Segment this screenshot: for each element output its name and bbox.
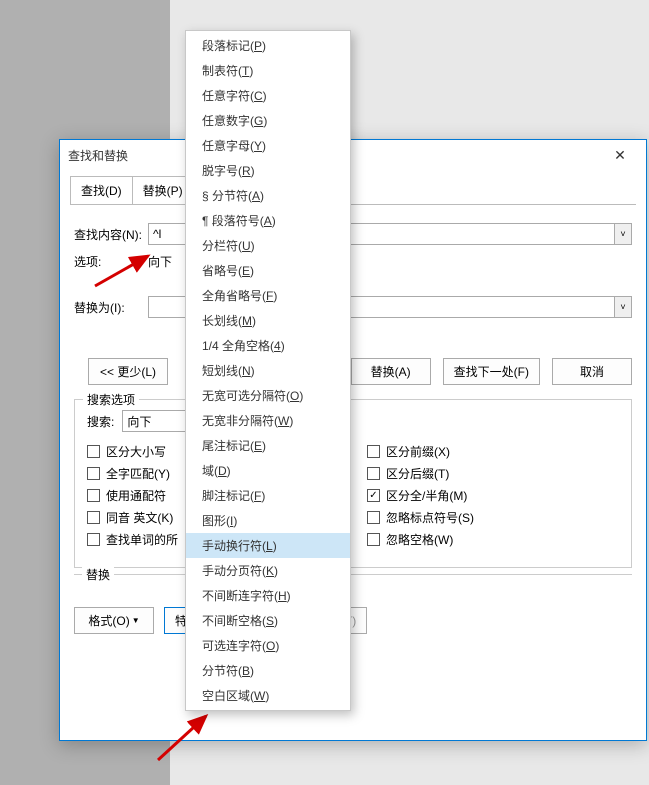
- checkbox-label: 区分前缀(X): [386, 443, 450, 460]
- find-replace-dialog: 查找和替换 ✕ 查找(D) 替换(P) 查找内容(N): ˅ 选项: 向下 替换…: [59, 139, 647, 741]
- checkbox-label: 使用通配符: [106, 487, 166, 504]
- tab-find[interactable]: 查找(D): [70, 176, 133, 204]
- checkbox-icon: [87, 489, 100, 502]
- checkbox-icon: [367, 445, 380, 458]
- search-options-legend: 搜索选项: [83, 391, 139, 408]
- special-format-menu: 段落标记(P)制表符(T)任意字符(C)任意数字(G)任意字母(Y)脱字号(R)…: [185, 30, 351, 711]
- menu-item[interactable]: 分栏符(U): [186, 233, 350, 258]
- menu-item[interactable]: 段落标记(P): [186, 33, 350, 58]
- format-button[interactable]: 格式(O)▼: [74, 607, 154, 634]
- less-button[interactable]: << 更少(L): [88, 358, 168, 385]
- checkbox-label: 忽略标点符号(S): [386, 509, 474, 526]
- tab-strip: 查找(D) 替换(P): [60, 170, 646, 204]
- menu-item[interactable]: 制表符(T): [186, 58, 350, 83]
- menu-item[interactable]: 脱字号(R): [186, 158, 350, 183]
- checkbox-row[interactable]: 区分前缀(X): [367, 443, 619, 460]
- menu-item[interactable]: 任意字符(C): [186, 83, 350, 108]
- titlebar[interactable]: 查找和替换 ✕: [60, 140, 646, 170]
- chevron-down-icon: ▼: [132, 616, 140, 625]
- menu-item[interactable]: 域(D): [186, 458, 350, 483]
- replace-dropdown-icon[interactable]: ˅: [614, 297, 631, 317]
- checkbox-icon: [87, 445, 100, 458]
- menu-item[interactable]: 图形(I): [186, 508, 350, 533]
- menu-item[interactable]: 不间断空格(S): [186, 608, 350, 633]
- checkbox-label: 忽略空格(W): [386, 531, 453, 548]
- menu-item[interactable]: 无宽可选分隔符(O): [186, 383, 350, 408]
- checkbox-label: 区分大小写: [106, 443, 166, 460]
- checkbox-icon: [367, 511, 380, 524]
- menu-item[interactable]: 尾注标记(E): [186, 433, 350, 458]
- checkbox-icon: [367, 533, 380, 546]
- search-direction-label: 搜索:: [87, 413, 114, 430]
- menu-item[interactable]: 空白区域(W): [186, 683, 350, 708]
- close-button[interactable]: ✕: [602, 141, 638, 169]
- menu-item[interactable]: 长划线(M): [186, 308, 350, 333]
- checkbox-icon: [87, 511, 100, 524]
- menu-item[interactable]: 全角省略号(F): [186, 283, 350, 308]
- checkbox-icon: [87, 533, 100, 546]
- dialog-title: 查找和替换: [68, 147, 128, 164]
- checkbox-label: 区分后缀(T): [386, 465, 449, 482]
- menu-item[interactable]: 1/4 全角空格(4): [186, 333, 350, 358]
- find-dropdown-icon[interactable]: ˅: [614, 224, 631, 244]
- checkbox-row[interactable]: 区分全/半角(M): [367, 487, 619, 504]
- menu-item[interactable]: § 分节符(A): [186, 183, 350, 208]
- menu-item[interactable]: 不间断连字符(H): [186, 583, 350, 608]
- replace-all-button[interactable]: 替换(A): [351, 358, 431, 385]
- search-options-group: 搜索选项 搜索: 向下 ˅ 区分大小写全字匹配(Y)使用通配符同音 英文(K)查…: [74, 399, 632, 568]
- checkbox-icon: [87, 467, 100, 480]
- checkbox-icon: [367, 489, 380, 502]
- replace-label: 替换为(I):: [74, 299, 148, 316]
- menu-item[interactable]: 脚注标记(F): [186, 483, 350, 508]
- checkbox-row[interactable]: 忽略空格(W): [367, 531, 619, 548]
- find-next-button[interactable]: 查找下一处(F): [443, 358, 540, 385]
- menu-item[interactable]: 分节符(B): [186, 658, 350, 683]
- checkbox-label: 查找单词的所: [106, 531, 178, 548]
- options-label: 选项:: [74, 253, 148, 270]
- menu-item[interactable]: 任意字母(Y): [186, 133, 350, 158]
- menu-item[interactable]: 无宽非分隔符(W): [186, 408, 350, 433]
- menu-item[interactable]: 手动换行符(L): [186, 533, 350, 558]
- checkbox-label: 同音 英文(K): [106, 509, 173, 526]
- checkbox-row[interactable]: 忽略标点符号(S): [367, 509, 619, 526]
- find-label: 查找内容(N):: [74, 226, 148, 243]
- options-value: 向下: [148, 253, 172, 270]
- menu-item[interactable]: 短划线(N): [186, 358, 350, 383]
- menu-item[interactable]: 任意数字(G): [186, 108, 350, 133]
- checkbox-label: 全字匹配(Y): [106, 465, 170, 482]
- menu-item[interactable]: 省略号(E): [186, 258, 350, 283]
- menu-item[interactable]: 可选连字符(O): [186, 633, 350, 658]
- checkbox-label: 区分全/半角(M): [386, 487, 467, 504]
- search-direction-value: 向下: [127, 413, 151, 430]
- replace-legend: 替换: [82, 566, 114, 583]
- menu-item[interactable]: 手动分页符(K): [186, 558, 350, 583]
- menu-item[interactable]: ¶ 段落符号(A): [186, 208, 350, 233]
- cancel-button[interactable]: 取消: [552, 358, 632, 385]
- replace-format-group: 替换: [74, 574, 632, 583]
- checkbox-row[interactable]: 区分后缀(T): [367, 465, 619, 482]
- checkbox-icon: [367, 467, 380, 480]
